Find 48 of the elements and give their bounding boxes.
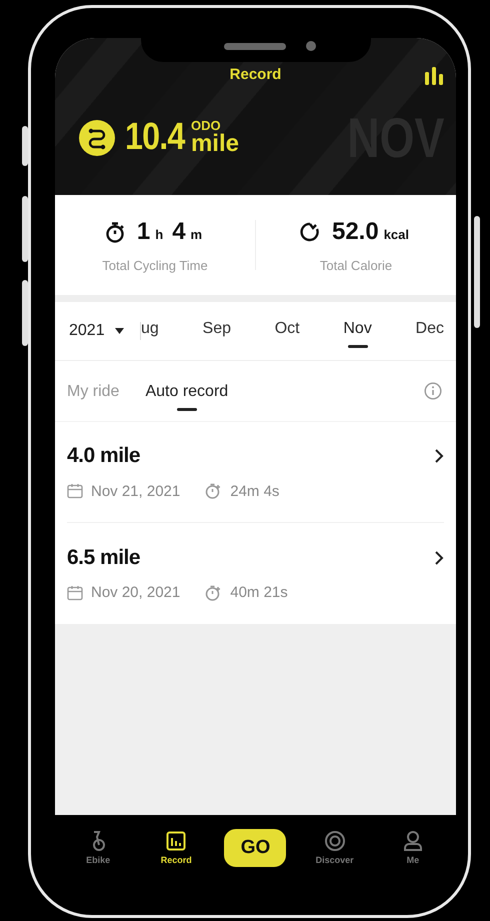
stat-label: Total Cycling Time: [102, 258, 208, 272]
route-icon: [79, 120, 115, 156]
camera-icon: [306, 41, 316, 51]
stopwatch-icon: [204, 584, 222, 602]
target-icon: [324, 830, 346, 852]
year-dropdown[interactable]: 2021: [55, 322, 140, 340]
stat-unit: m: [190, 226, 202, 242]
ride-row[interactable]: 6.5 mile Nov 20, 2021 40m 21s: [67, 523, 444, 624]
ride-row[interactable]: 4.0 mile Nov 21, 2021 24m 4s: [67, 422, 444, 523]
ride-list-tab[interactable]: Auto record: [145, 371, 228, 411]
go-button[interactable]: GO: [224, 828, 286, 866]
stat-unit: kcal: [384, 226, 410, 242]
person-icon: [402, 830, 423, 852]
nav-tab[interactable]: Record: [146, 830, 206, 865]
odometer-unit: mile: [190, 132, 239, 156]
stopwatch-icon: [204, 482, 222, 500]
bar-chart-icon[interactable]: [424, 66, 444, 86]
stat-unit: h: [155, 226, 164, 242]
chevron-right-icon: [434, 550, 444, 566]
odometer-label: ODO: [190, 119, 222, 132]
ride-distance: 6.5 mile: [67, 546, 140, 570]
calendar-icon: [67, 483, 83, 499]
stat-number: 52.0: [332, 218, 379, 246]
odometer-value: 10.4: [125, 116, 184, 159]
stopwatch-icon: [104, 220, 126, 242]
nav-tab[interactable]: Discover: [304, 830, 365, 865]
stat-label: Total Calorie: [320, 258, 392, 272]
chevron-right-icon: [434, 448, 444, 464]
ride-duration: 40m 21s: [230, 584, 288, 601]
speaker-icon: [224, 42, 286, 50]
month-tab[interactable]: Sep: [202, 314, 231, 348]
stat-number: 1: [136, 218, 150, 246]
ride-date: Nov 20, 2021: [91, 584, 180, 601]
stat-number: 4: [172, 218, 186, 246]
ride-distance: 4.0 mile: [67, 444, 140, 468]
nav-tab[interactable]: Me: [382, 830, 443, 865]
ride-date: Nov 21, 2021: [91, 482, 180, 500]
info-icon[interactable]: [424, 382, 442, 400]
month-tab[interactable]: Oct: [274, 314, 300, 348]
month-tab[interactable]: Nov: [343, 314, 372, 348]
ride-duration: 24m 4s: [230, 482, 280, 500]
chart-icon: [166, 830, 186, 852]
calendar-icon: [67, 584, 83, 600]
page-title: Record: [230, 66, 282, 83]
nav-tab[interactable]: Ebike: [68, 830, 128, 865]
month-tab[interactable]: Dec: [416, 314, 444, 348]
caret-icon: [114, 328, 124, 334]
month-tab[interactable]: ug: [141, 314, 159, 348]
